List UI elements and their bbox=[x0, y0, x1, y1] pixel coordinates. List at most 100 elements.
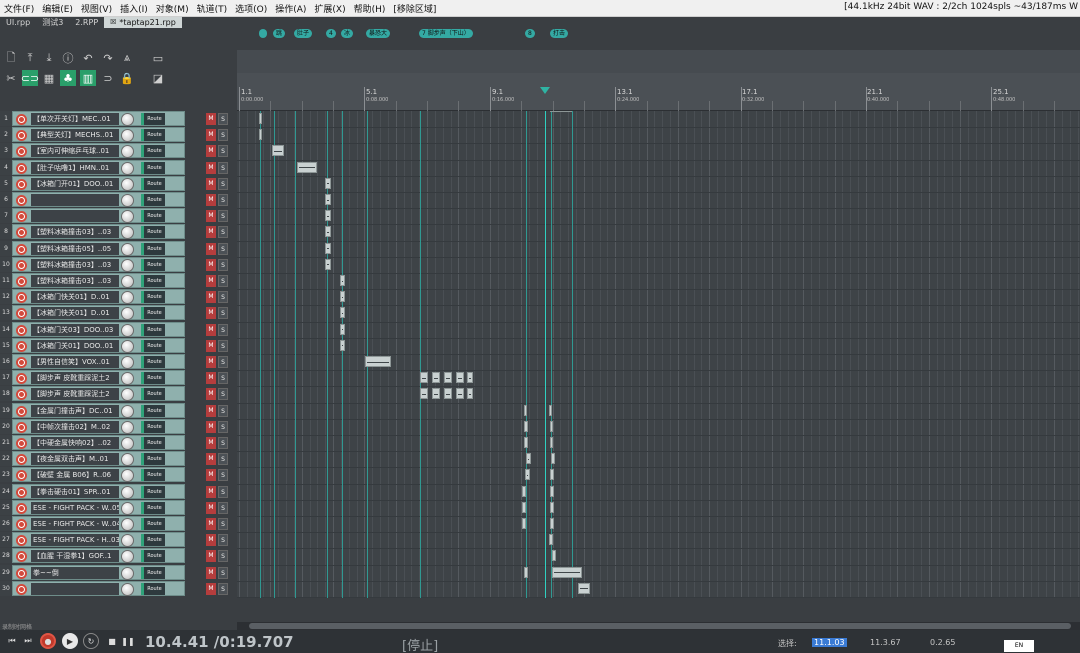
marker-6[interactable]: 7 脚步声（下山） bbox=[419, 29, 473, 38]
route-button[interactable]: Route bbox=[141, 161, 165, 174]
media-item[interactable] bbox=[420, 388, 428, 400]
record-arm-button[interactable] bbox=[16, 583, 27, 595]
media-item[interactable] bbox=[552, 566, 582, 578]
track-header[interactable]: 18 【脚步声 皮靴重踩泥土2 Route M S bbox=[0, 386, 237, 402]
mute-button[interactable]: M bbox=[206, 242, 216, 255]
track-header[interactable]: 30 Route M S bbox=[0, 580, 237, 597]
solo-button[interactable]: S bbox=[218, 307, 228, 320]
volume-knob[interactable] bbox=[121, 420, 134, 434]
media-item[interactable] bbox=[549, 404, 552, 416]
track-name[interactable]: 【典型关灯】MECHS..01 bbox=[31, 129, 119, 142]
marker-7[interactable]: 8 bbox=[525, 29, 535, 38]
media-item[interactable] bbox=[456, 388, 464, 400]
solo-button[interactable]: S bbox=[218, 210, 228, 223]
record-arm-button[interactable] bbox=[16, 438, 27, 449]
volume-knob[interactable] bbox=[121, 356, 134, 369]
record-arm-button[interactable] bbox=[16, 389, 27, 401]
mute-button[interactable]: M bbox=[206, 582, 216, 595]
volume-knob[interactable] bbox=[121, 388, 134, 402]
marker-0[interactable] bbox=[259, 29, 267, 38]
volume-knob[interactable] bbox=[121, 501, 134, 515]
mute-button[interactable]: M bbox=[206, 258, 216, 271]
media-item[interactable] bbox=[297, 161, 317, 173]
mute-button[interactable]: M bbox=[206, 307, 216, 320]
route-button[interactable]: Route bbox=[141, 258, 165, 271]
volume-knob[interactable] bbox=[121, 226, 134, 240]
track-header[interactable]: 25 ESE - FIGHT PACK - W..05 Route M S bbox=[0, 499, 237, 516]
record-arm-button[interactable] bbox=[16, 486, 27, 498]
loop-icon[interactable]: ⊃ bbox=[100, 70, 116, 86]
snap-icon[interactable]: ▥ bbox=[80, 70, 96, 86]
media-item[interactable] bbox=[340, 339, 345, 351]
mute-button[interactable]: M bbox=[206, 501, 216, 514]
track-name[interactable]: 【室内可伸缩乒乓球..01 bbox=[31, 145, 119, 158]
track-header[interactable]: 20 【中帧次撞击02】M..02 Route M S bbox=[0, 418, 237, 435]
item-grouping-icon[interactable]: ♣ bbox=[60, 70, 76, 86]
menu-item-10[interactable]: [移除区域] bbox=[389, 2, 440, 15]
go-to-end-icon[interactable]: ⏭ bbox=[20, 633, 36, 649]
media-item[interactable] bbox=[522, 518, 526, 529]
track-name[interactable]: 【冰箱门关03】DOO..03 bbox=[31, 323, 119, 336]
track-name[interactable]: 【破壁 金属 B06】R..06 bbox=[31, 469, 119, 482]
route-button[interactable]: Route bbox=[141, 275, 165, 287]
track-name[interactable]: 【中硬金属快响02】..02 bbox=[31, 437, 119, 449]
record-arm-button[interactable] bbox=[16, 470, 27, 482]
volume-knob[interactable] bbox=[121, 307, 134, 321]
track-name[interactable]: 【金属门撞击声】DC..01 bbox=[31, 404, 119, 417]
track-name[interactable]: 【肚子咕噜1】HMN..01 bbox=[31, 161, 119, 174]
record-arm-button[interactable] bbox=[16, 454, 27, 466]
record-arm-button[interactable] bbox=[16, 178, 27, 190]
track-header[interactable]: 5 【冰箱门开01】DOO..01 Route M S bbox=[0, 175, 237, 192]
volume-knob[interactable] bbox=[121, 113, 134, 126]
record-arm-button[interactable] bbox=[16, 292, 27, 304]
track-header[interactable]: 6 Route M S bbox=[0, 192, 237, 208]
volume-knob[interactable] bbox=[121, 372, 134, 386]
menu-item-1[interactable]: 编辑(E) bbox=[38, 2, 77, 15]
solo-button[interactable]: S bbox=[218, 388, 228, 401]
solo-button[interactable]: S bbox=[218, 145, 228, 158]
record-arm-button[interactable] bbox=[16, 243, 27, 255]
track-name[interactable]: 【单次开关灯】MEC..01 bbox=[31, 113, 119, 125]
volume-knob[interactable] bbox=[121, 210, 134, 224]
mute-button[interactable]: M bbox=[206, 177, 216, 190]
solo-button[interactable]: S bbox=[218, 113, 228, 125]
mute-button[interactable]: M bbox=[206, 420, 216, 433]
route-button[interactable]: Route bbox=[141, 210, 165, 223]
mute-button[interactable]: M bbox=[206, 469, 216, 482]
menu-item-7[interactable]: 操作(A) bbox=[271, 2, 310, 15]
media-item[interactable] bbox=[551, 453, 555, 465]
media-item[interactable] bbox=[272, 145, 284, 157]
media-item[interactable] bbox=[420, 372, 428, 384]
project-tab-2[interactable]: 2.RPP bbox=[69, 17, 104, 28]
marker-2[interactable]: 肚子 bbox=[294, 29, 313, 38]
solo-button[interactable]: S bbox=[218, 534, 228, 547]
track-name[interactable] bbox=[31, 582, 119, 595]
record-arm-button[interactable] bbox=[16, 502, 27, 514]
mute-button[interactable]: M bbox=[206, 404, 216, 417]
selection-end[interactable]: 11.3.67 bbox=[870, 638, 901, 647]
open-project-icon[interactable]: ⤒ bbox=[22, 50, 38, 66]
mute-button[interactable]: M bbox=[206, 291, 216, 304]
menu-item-9[interactable]: 帮助(H) bbox=[350, 2, 390, 15]
mute-button[interactable]: M bbox=[206, 485, 216, 498]
record-arm-button[interactable] bbox=[16, 211, 27, 223]
route-button[interactable]: Route bbox=[141, 388, 165, 401]
track-name[interactable]: 【男性自信笑】VOX..01 bbox=[31, 356, 119, 368]
media-item[interactable] bbox=[550, 501, 554, 513]
track-name[interactable]: 【冰箱门开01】DOO..01 bbox=[31, 177, 119, 190]
route-button[interactable]: Route bbox=[141, 291, 165, 304]
record-arm-button[interactable] bbox=[16, 146, 27, 158]
marker-8[interactable]: 打击 bbox=[550, 29, 569, 38]
media-item[interactable] bbox=[259, 129, 262, 141]
track-header[interactable]: 16 【男性自信笑】VOX..01 Route M S bbox=[0, 354, 237, 370]
redo-icon[interactable]: ↷ bbox=[100, 50, 116, 66]
volume-knob[interactable] bbox=[121, 323, 134, 337]
mute-button[interactable]: M bbox=[206, 550, 216, 563]
solo-button[interactable]: S bbox=[218, 372, 228, 385]
mute-button[interactable]: M bbox=[206, 226, 216, 239]
ripple-edit-icon[interactable]: ⊂⊃ bbox=[21, 70, 39, 86]
record-arm-button[interactable] bbox=[16, 259, 27, 271]
solo-button[interactable]: S bbox=[218, 404, 228, 417]
media-item[interactable] bbox=[552, 550, 556, 562]
track-header[interactable]: 12 【冰箱门快关01】D..01 Route M S bbox=[0, 289, 237, 305]
